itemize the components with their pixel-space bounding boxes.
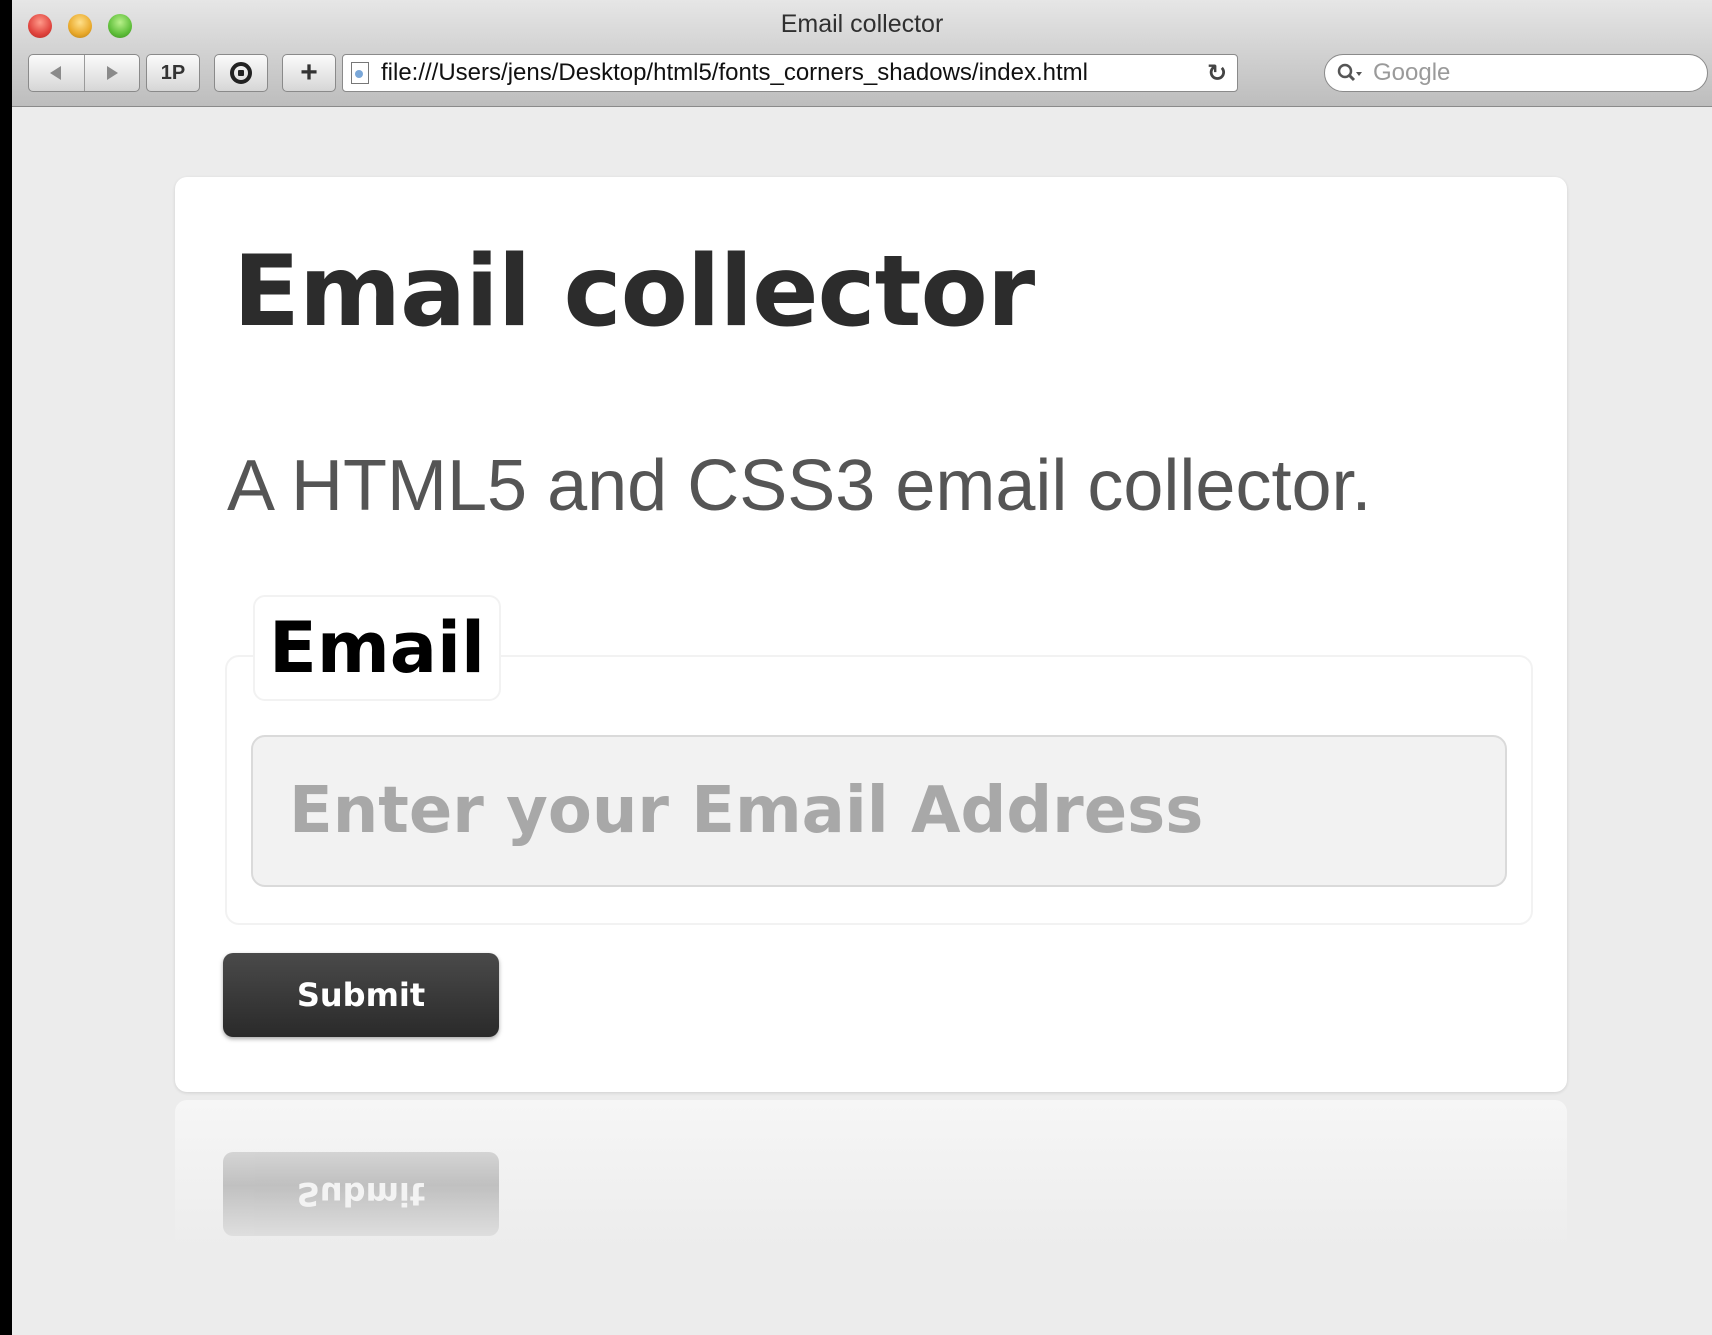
page-content: Email collector A HTML5 and CSS3 email c…	[12, 107, 1712, 1335]
stop-icon	[230, 62, 252, 84]
page-icon	[351, 62, 369, 84]
onepassword-button[interactable]: 1P	[146, 54, 200, 92]
address-bar[interactable]: file:///Users/jens/Desktop/html5/fonts_c…	[342, 54, 1238, 92]
back-arrow-icon	[50, 66, 62, 80]
card-reflection: Submit	[175, 1100, 1567, 1250]
nav-button-group	[28, 54, 140, 92]
url-text[interactable]: file:///Users/jens/Desktop/html5/fonts_c…	[381, 59, 1197, 87]
submit-button[interactable]: Submit	[223, 953, 499, 1037]
window-title: Email collector	[780, 10, 944, 38]
forward-arrow-icon	[106, 66, 118, 80]
email-collector-card: Email collector A HTML5 and CSS3 email c…	[175, 177, 1567, 1092]
email-legend: Email	[253, 595, 501, 701]
page-subtitle: A HTML5 and CSS3 email collector.	[227, 446, 1372, 526]
stop-button[interactable]	[214, 54, 268, 92]
search-icon[interactable]	[1337, 63, 1363, 83]
add-bookmark-button[interactable]: +	[282, 54, 336, 92]
submit-button-reflection: Submit	[223, 1152, 499, 1236]
reload-icon[interactable]: ↻	[1197, 59, 1237, 87]
back-button[interactable]	[29, 55, 84, 91]
search-input[interactable]	[1371, 58, 1675, 88]
page-title: Email collector	[233, 235, 1035, 349]
forward-button[interactable]	[83, 55, 140, 91]
title-bar: Email collector 1P + file:///Users/jens/…	[12, 0, 1712, 107]
browser-window: Email collector 1P + file:///Users/jens/…	[12, 0, 1712, 1335]
search-bar[interactable]	[1324, 54, 1708, 92]
email-field[interactable]	[251, 735, 1507, 887]
